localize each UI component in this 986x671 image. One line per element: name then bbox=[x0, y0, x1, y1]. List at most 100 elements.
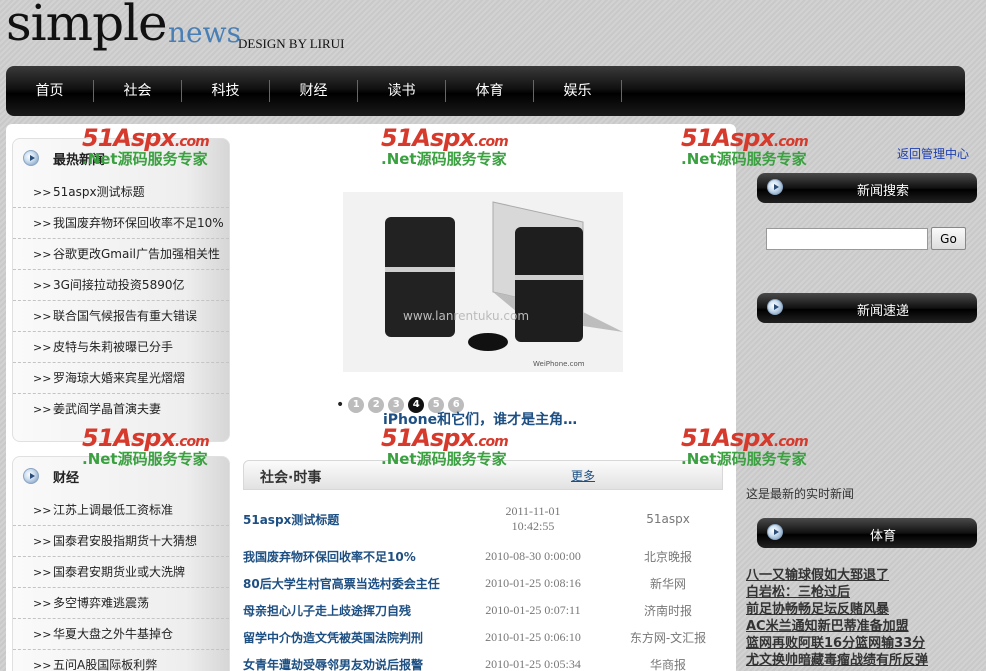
pager-dot[interactable]: 1 bbox=[348, 397, 365, 413]
double-chevron-icon: >> bbox=[33, 186, 52, 199]
sports-link[interactable]: 前足协畅畅足坛反赌风暴 bbox=[746, 601, 928, 618]
list-item[interactable]: >> 联合国气候报告有重大错误 bbox=[13, 301, 229, 332]
latest-news-text: 这是最新的实时新闻 bbox=[746, 487, 855, 501]
news-title-link[interactable]: 我国废弃物环保回收率不足10% bbox=[243, 548, 463, 565]
list-item[interactable]: >> 3G间接拉动投资5890亿 bbox=[13, 270, 229, 301]
news-source: 新华网 bbox=[649, 577, 686, 591]
logo-simple: simple bbox=[6, 0, 168, 52]
slideshow-image[interactable]: www.lanrentuku.com WeiPhone.com bbox=[343, 192, 623, 372]
news-source: 东方网-文汇报 bbox=[629, 631, 707, 645]
society-table: 51aspx测试标题 2011-11-01 10:42:55 51aspx 我国废… bbox=[243, 500, 733, 671]
finance-box: 财经 >> 江苏上调最低工资标准 >> 国泰君安股指期货十大猜想 >> 国泰君安期货业… bbox=[12, 456, 230, 671]
admin-back-link[interactable]: 返回管理中心 bbox=[897, 145, 969, 162]
sports-link[interactable]: 八一又输球假如大郅退了 bbox=[746, 567, 928, 584]
list-item[interactable]: >> 国泰君安期货业或大洗牌 bbox=[13, 557, 229, 588]
news-source: 华商报 bbox=[649, 658, 686, 671]
svg-text:WeiPhone.com: WeiPhone.com bbox=[533, 360, 585, 368]
double-chevron-icon: >> bbox=[33, 403, 52, 416]
nav-item-tech[interactable]: 科技 bbox=[182, 80, 270, 102]
hot-news-box: 最热新闻 >> 51aspx测试标题 >> 我国废弃物环保回收率不足10% >> 谷歌… bbox=[12, 138, 230, 442]
table-row: 80后大学生村官高票当选村委会主任 2010-01-25 0:08:16 新华网 bbox=[243, 570, 733, 597]
table-row: 女青年遭劫受辱邻男友劝说后报警 2010-01-25 0:05:34 华商报 bbox=[243, 651, 733, 671]
double-chevron-icon: >> bbox=[33, 372, 52, 385]
table-row: 留学中介伪造文凭被英国法院判刑 2010-01-25 0:06:10 东方网-文… bbox=[243, 624, 733, 651]
double-chevron-icon: >> bbox=[33, 659, 52, 671]
news-date: 2010-08-30 0:00:00 bbox=[485, 549, 581, 563]
double-chevron-icon: >> bbox=[33, 535, 52, 548]
table-row: 51aspx测试标题 2011-11-01 10:42:55 51aspx bbox=[243, 500, 733, 538]
sports-link[interactable]: AC米兰通知新巴蒂准备加盟 bbox=[746, 618, 928, 635]
news-date: 2010-01-25 0:07:11 bbox=[485, 603, 581, 617]
double-chevron-icon: >> bbox=[33, 217, 52, 230]
watermark: 51Aspx.com .Net源码服务专家 bbox=[82, 124, 210, 168]
news-date: 2011-11-01 10:42:55 bbox=[505, 504, 561, 533]
sports-section-bar: 体育 bbox=[757, 518, 977, 548]
speakers-photo: www.lanrentuku.com WeiPhone.com bbox=[343, 192, 623, 372]
news-title-link[interactable]: 母亲担心儿子走上歧途挥刀自残 bbox=[243, 602, 463, 619]
watermark: 51Aspx.com .Net源码服务专家 bbox=[381, 124, 509, 168]
news-date: 2010-01-25 0:06:10 bbox=[485, 630, 581, 644]
list-item[interactable]: >> 华夏大盘之外牛基掉仓 bbox=[13, 619, 229, 650]
finance-title: 财经 bbox=[53, 470, 80, 486]
watermark: 51Aspx.com .Net源码服务专家 bbox=[681, 424, 809, 468]
double-chevron-icon: >> bbox=[33, 628, 52, 641]
main-nav: 首页 社会 科技 财经 读书 体育 娱乐 bbox=[6, 66, 965, 116]
latest-section-title: 新闻速递 bbox=[856, 304, 909, 319]
double-chevron-icon: >> bbox=[33, 566, 52, 579]
news-title-link[interactable]: 女青年遭劫受辱邻男友劝说后报警 bbox=[243, 656, 463, 671]
search-section-bar: 新闻搜索 bbox=[757, 173, 977, 203]
watermark: 51Aspx.com .Net源码服务专家 bbox=[381, 424, 509, 468]
search-section-title: 新闻搜索 bbox=[856, 184, 909, 199]
nav-item-finance[interactable]: 财经 bbox=[270, 80, 358, 102]
news-source: 北京晚报 bbox=[643, 550, 692, 564]
search-go-button[interactable]: Go bbox=[931, 227, 966, 250]
list-item[interactable]: >> 皮特与朱莉被曝已分手 bbox=[13, 332, 229, 363]
sports-section-title: 体育 bbox=[869, 529, 896, 544]
double-chevron-icon: >> bbox=[33, 504, 52, 517]
society-title: 社会·时事 bbox=[260, 470, 322, 486]
search-input[interactable] bbox=[766, 228, 928, 250]
sports-link[interactable]: 尤文换帅暗藏毒瘤战绩有所反弹 bbox=[746, 652, 928, 669]
watermark: 51Aspx.com .Net源码服务专家 bbox=[681, 124, 809, 168]
latest-section-bar: 新闻速递 bbox=[757, 293, 977, 323]
list-item[interactable]: >> 姜武阎学晶首演夫妻 bbox=[13, 394, 229, 425]
nav-item-society[interactable]: 社会 bbox=[94, 80, 182, 102]
list-item[interactable]: >> 罗海琼大婚来宾星光熠熠 bbox=[13, 363, 229, 394]
bullet-arrow-icon bbox=[23, 468, 39, 484]
news-title-link[interactable]: 80后大学生村官高票当选村委会主任 bbox=[243, 575, 463, 592]
finance-list: >> 江苏上调最低工资标准 >> 国泰君安股指期货十大猜想 >> 国泰君安期货业或大洗… bbox=[13, 495, 229, 671]
news-source: 济南时报 bbox=[643, 604, 692, 618]
double-chevron-icon: >> bbox=[33, 341, 52, 354]
sports-list: 八一又输球假如大郅退了 白岩松：三枪过后 前足协畅畅足坛反赌风暴 AC米兰通知新… bbox=[746, 567, 928, 669]
double-chevron-icon: >> bbox=[33, 310, 52, 323]
list-item[interactable]: >> 谷歌更改Gmail广告加强相关性 bbox=[13, 239, 229, 270]
hot-news-list: >> 51aspx测试标题 >> 我国废弃物环保回收率不足10% >> 谷歌更改Gma… bbox=[13, 177, 229, 425]
list-item[interactable]: >> 多空博弈难逃震荡 bbox=[13, 588, 229, 619]
table-row: 我国废弃物环保回收率不足10% 2010-08-30 0:00:00 北京晚报 bbox=[243, 543, 733, 570]
nav-item-home[interactable]: 首页 bbox=[6, 80, 94, 102]
nav-item-sports[interactable]: 体育 bbox=[446, 80, 534, 102]
nav-item-entertainment[interactable]: 娱乐 bbox=[534, 80, 622, 102]
news-title-link[interactable]: 留学中介伪造文凭被英国法院判刑 bbox=[243, 629, 463, 646]
list-item[interactable]: >> 51aspx测试标题 bbox=[13, 177, 229, 208]
list-item[interactable]: >> 国泰君安股指期货十大猜想 bbox=[13, 526, 229, 557]
watermark: 51Aspx.com .Net源码服务专家 bbox=[82, 424, 210, 468]
double-chevron-icon: >> bbox=[33, 597, 52, 610]
sports-link[interactable]: 篮网再败阿联16分篮网输33分 bbox=[746, 635, 928, 652]
design-credit: DESIGN BY LIRUI bbox=[238, 36, 345, 51]
double-chevron-icon: >> bbox=[33, 248, 52, 261]
list-item[interactable]: >> 五问A股国际板利弊 bbox=[13, 650, 229, 671]
list-item[interactable]: >> 我国废弃物环保回收率不足10% bbox=[13, 208, 229, 239]
society-more-link[interactable]: 更多 bbox=[571, 467, 595, 484]
svg-text:www.lanrentuku.com: www.lanrentuku.com bbox=[403, 309, 529, 323]
nav-item-books[interactable]: 读书 bbox=[358, 80, 446, 102]
logo-news: news bbox=[168, 16, 241, 49]
pager-dot[interactable]: 2 bbox=[368, 397, 385, 413]
sports-link[interactable]: 白岩松：三枪过后 bbox=[746, 584, 928, 601]
news-title-link[interactable]: 51aspx测试标题 bbox=[243, 511, 463, 528]
double-chevron-icon: >> bbox=[33, 279, 52, 292]
news-date: 2010-01-25 0:08:16 bbox=[485, 576, 581, 590]
pager-dot-icon: • bbox=[336, 397, 345, 413]
table-row: 母亲担心儿子走上歧途挥刀自残 2010-01-25 0:07:11 济南时报 bbox=[243, 597, 733, 624]
list-item[interactable]: >> 江苏上调最低工资标准 bbox=[13, 495, 229, 526]
